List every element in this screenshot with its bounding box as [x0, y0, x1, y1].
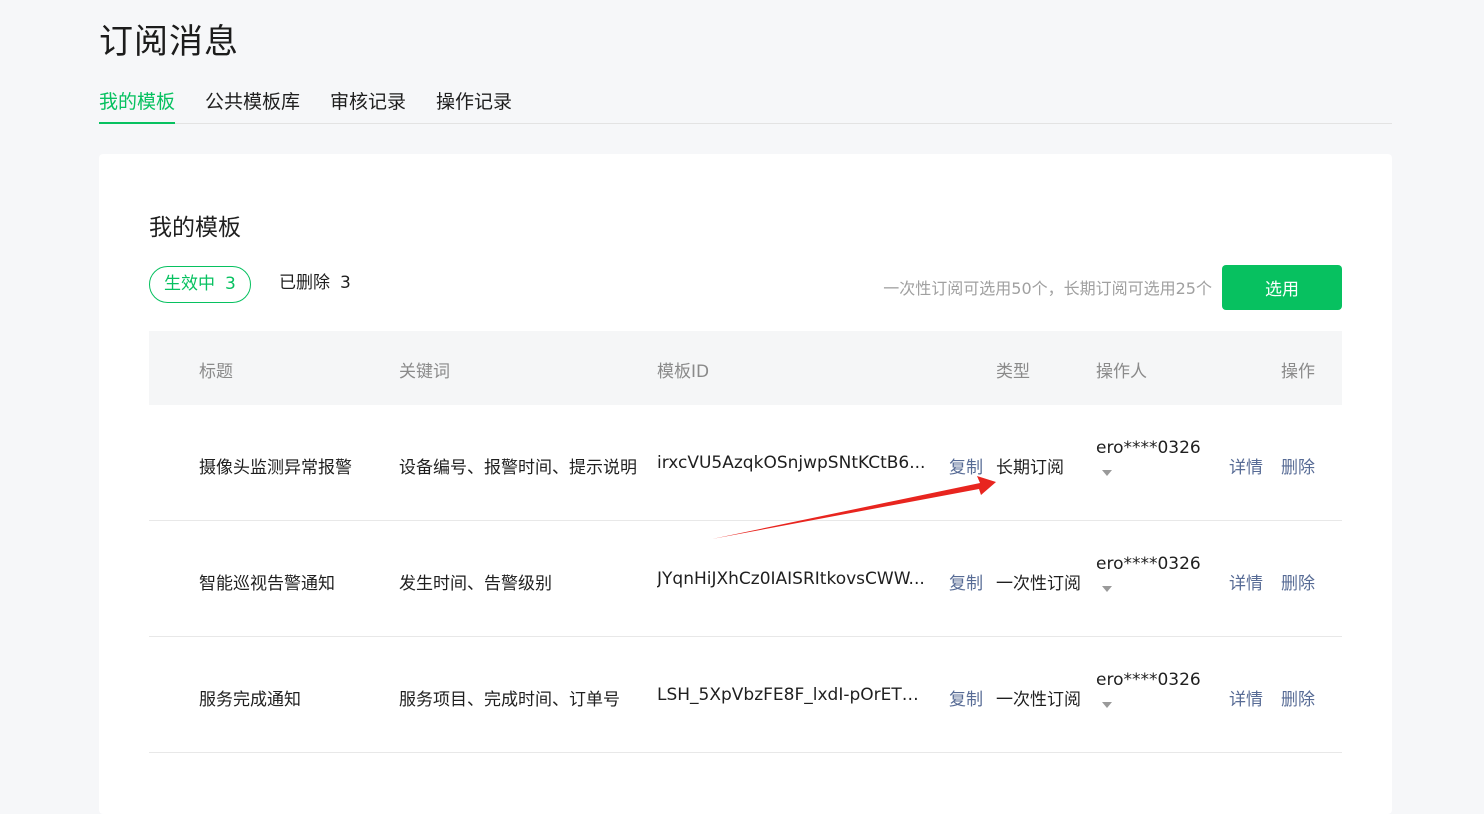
row-title: 摄像头监测异常报警	[199, 458, 352, 478]
row-type: 一次性订阅	[996, 574, 1081, 594]
tab-operation-records[interactable]: 操作记录	[436, 88, 512, 124]
table-row: 智能巡视告警通知 发生时间、告警级别 JYqnHiJXhCz0IAISRItko…	[149, 521, 1342, 637]
filter-deleted-button[interactable]: 已删除 3	[279, 266, 351, 303]
filter-active-count: 3	[225, 274, 236, 294]
row-title: 服务完成通知	[199, 690, 301, 710]
card-title: 我的模板	[149, 215, 241, 241]
tab-my-templates[interactable]: 我的模板	[99, 88, 176, 124]
operator-name: ero****0326	[1096, 438, 1201, 458]
table-row: 服务完成通知 服务项目、完成时间、订单号 LSH_5XpVbzFE8F_lxdI…	[149, 637, 1342, 753]
detail-link[interactable]: 详情	[1229, 685, 1263, 710]
operator-dropdown[interactable]: ero****0326	[1096, 438, 1201, 476]
delete-link[interactable]: 删除	[1281, 569, 1315, 594]
page-title: 订阅消息	[99, 22, 239, 62]
header-type: 类型	[996, 362, 1030, 382]
detail-link[interactable]: 详情	[1229, 453, 1263, 478]
operator-dropdown[interactable]: ero****0326	[1096, 670, 1201, 708]
templates-card: 我的模板 生效中 3 已删除 3 一次性订阅可选用50个，长期订阅可选用25个 选用…	[99, 154, 1392, 814]
row-title: 智能巡视告警通知	[199, 574, 335, 594]
row-template-id: JYqnHiJXhCz0IAISRItkovsCWW...	[657, 569, 925, 589]
caret-down-icon	[1102, 586, 1112, 592]
row-keywords: 服务项目、完成时间、订单号	[399, 690, 620, 710]
delete-link[interactable]: 删除	[1281, 685, 1315, 710]
filter-active-button[interactable]: 生效中 3	[149, 266, 251, 303]
header-template-id: 模板ID	[657, 362, 710, 382]
copy-link[interactable]: 复制	[949, 569, 983, 594]
delete-link[interactable]: 删除	[1281, 453, 1315, 478]
tab-bar: 我的模板 公共模板库 审核记录 操作记录	[99, 88, 1392, 124]
header-actions: 操作	[1281, 362, 1315, 382]
row-keywords: 设备编号、报警时间、提示说明	[399, 458, 637, 478]
tab-review-records[interactable]: 审核记录	[330, 88, 406, 124]
caret-down-icon	[1102, 470, 1112, 476]
header-title: 标题	[199, 362, 233, 382]
table-row: 摄像头监测异常报警 设备编号、报警时间、提示说明 irxcVU5AzqkOSnj…	[149, 405, 1342, 521]
row-template-id: irxcVU5AzqkOSnjwpSNtKCtB6...	[657, 453, 926, 473]
filter-deleted-label: 已删除	[279, 273, 330, 293]
copy-link[interactable]: 复制	[949, 453, 983, 478]
select-template-button[interactable]: 选用	[1222, 265, 1342, 310]
row-keywords: 发生时间、告警级别	[399, 574, 552, 594]
copy-link[interactable]: 复制	[949, 685, 983, 710]
filter-deleted-count: 3	[340, 273, 351, 293]
row-type: 长期订阅	[996, 458, 1064, 478]
detail-link[interactable]: 详情	[1229, 569, 1263, 594]
operator-name: ero****0326	[1096, 554, 1201, 574]
caret-down-icon	[1102, 702, 1112, 708]
header-keywords: 关键词	[399, 362, 450, 382]
table-header: 标题 关键词 模板ID 类型 操作人 操作	[149, 331, 1342, 405]
filter-active-label: 生效中	[164, 274, 215, 294]
tab-public-template-library[interactable]: 公共模板库	[205, 88, 300, 124]
row-type: 一次性订阅	[996, 690, 1081, 710]
operator-name: ero****0326	[1096, 670, 1201, 690]
row-template-id: LSH_5XpVbzFE8F_lxdI-pOrET8...	[657, 685, 927, 705]
templates-table: 标题 关键词 模板ID 类型 操作人 操作 摄像头监测异常报警 设备编号、报警时…	[149, 331, 1342, 753]
operator-dropdown[interactable]: ero****0326	[1096, 554, 1201, 592]
quota-tip: 一次性订阅可选用50个，长期订阅可选用25个	[883, 279, 1212, 298]
header-operator: 操作人	[1096, 362, 1147, 382]
